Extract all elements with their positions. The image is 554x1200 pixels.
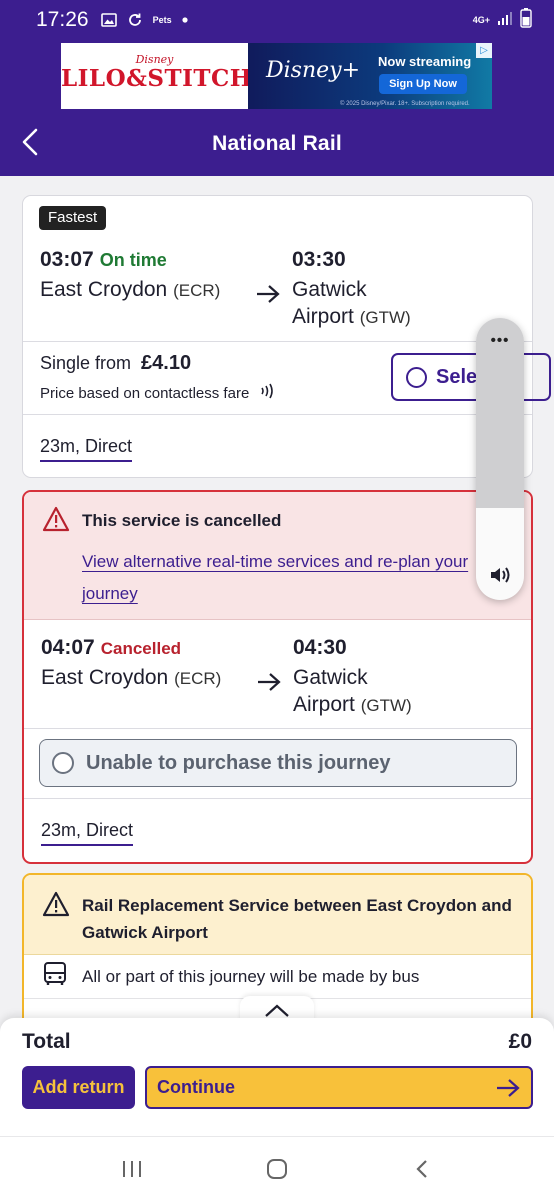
add-return-button[interactable]: Add return bbox=[22, 1066, 135, 1109]
status-bar: 17:26 Pets 4G+ bbox=[0, 0, 554, 40]
battery-icon bbox=[520, 7, 532, 33]
sync-notification-icon bbox=[127, 12, 143, 28]
journey-card-cancelled[interactable]: This service is cancelled View alternati… bbox=[22, 490, 533, 864]
departure-station-name: East Croydon bbox=[41, 666, 169, 689]
back-nav-button[interactable] bbox=[392, 1149, 452, 1189]
departure: 03:07 On time East Croydon (ECR) bbox=[40, 248, 250, 304]
ad-service-logo: Disney+ bbox=[266, 58, 361, 83]
rail-replacement-alert: Rail Replacement Service between East Cr… bbox=[24, 875, 531, 955]
ad-brand-big: LILO&STITCH bbox=[61, 65, 253, 92]
arrival-station-line1: Gatwick bbox=[293, 666, 368, 689]
warning-icon bbox=[42, 506, 70, 537]
system-nav-bar bbox=[0, 1136, 554, 1200]
ad-cta-text: Now streaming bbox=[378, 54, 472, 69]
gallery-notification-icon bbox=[100, 13, 117, 27]
continue-button[interactable]: Continue bbox=[145, 1066, 533, 1109]
volume-panel[interactable]: ••• bbox=[476, 318, 524, 600]
divider bbox=[23, 341, 532, 342]
journey-card-fastest[interactable]: Fastest 03:07 On time East Croydon (ECR) … bbox=[22, 195, 551, 478]
warning-icon bbox=[42, 891, 70, 922]
signal-icon bbox=[497, 11, 513, 30]
replan-journey-link[interactable]: View alternative real-time services and … bbox=[82, 546, 512, 610]
price-note-text: Price based on contactless fare bbox=[40, 384, 250, 402]
checkout-sheet: Total £0 Add return Continue bbox=[0, 1018, 554, 1136]
home-button[interactable] bbox=[247, 1149, 307, 1189]
departure-station-name: East Croydon bbox=[40, 278, 168, 301]
ad-signup-button[interactable]: Sign Up Now bbox=[379, 74, 467, 94]
journey-times: 03:07 On time East Croydon (ECR) 03:30 Ga… bbox=[40, 248, 520, 342]
departure-station-code: (ECR) bbox=[173, 281, 221, 300]
bus-notice-text: All or part of this journey will be made… bbox=[82, 966, 420, 986]
departure: 04:07 Cancelled East Croydon (ECR) bbox=[41, 636, 251, 692]
arrow-right-icon bbox=[256, 672, 282, 697]
journey-times: 04:07 Cancelled East Croydon (ECR) 04:30 … bbox=[41, 636, 519, 730]
chevron-left-icon bbox=[22, 128, 38, 156]
bus-icon bbox=[42, 961, 68, 992]
ad-choices-icon[interactable]: ▷ bbox=[476, 43, 492, 58]
ad-disney-plus-panel: Disney+ Now streaming Sign Up Now © 2025… bbox=[248, 43, 492, 109]
back-nav-icon bbox=[416, 1159, 427, 1178]
rail-replacement-title: Rail Replacement Service between East Cr… bbox=[82, 896, 512, 942]
notification-dot-icon bbox=[181, 17, 188, 23]
chevron-up-icon bbox=[265, 1004, 289, 1017]
divider bbox=[23, 414, 532, 415]
home-icon bbox=[266, 1158, 287, 1179]
total-value: £0 bbox=[508, 1030, 532, 1053]
status-on-time: On time bbox=[99, 250, 167, 270]
cancelled-alert: This service is cancelled View alternati… bbox=[24, 492, 531, 620]
arrow-right-icon bbox=[495, 1078, 521, 1098]
price-info: Single from £4.10 Price based on contactl… bbox=[40, 352, 275, 404]
status-cancelled: Cancelled bbox=[100, 639, 182, 658]
ad-banner[interactable]: Disney LILO&STITCH Disney+ Now streaming… bbox=[61, 43, 492, 109]
select-journey-button[interactable]: Select bbox=[391, 353, 551, 401]
status-time: 17:26 bbox=[36, 8, 89, 31]
disabled-radio bbox=[52, 752, 74, 774]
cancelled-alert-title: This service is cancelled bbox=[82, 511, 282, 530]
divider bbox=[24, 728, 531, 729]
arrival: 04:30 Gatwick Airport (GTW) bbox=[293, 636, 531, 719]
ad-movie-logo: Disney LILO&STITCH bbox=[61, 43, 253, 109]
departure-time: 04:07 bbox=[41, 636, 95, 659]
more-options-icon[interactable]: ••• bbox=[476, 332, 524, 349]
speaker-icon[interactable] bbox=[489, 565, 513, 590]
fastest-badge: Fastest bbox=[39, 206, 107, 230]
divider bbox=[24, 798, 531, 799]
page-title: National Rail bbox=[212, 132, 342, 155]
unable-label: Unable to purchase this journey bbox=[86, 751, 391, 774]
arrival-station: Gatwick Airport (GTW) bbox=[293, 664, 531, 719]
continue-label: Continue bbox=[157, 1077, 235, 1097]
arrival-station-line2: Airport bbox=[293, 693, 355, 716]
unable-to-purchase-button: Unable to purchase this journey bbox=[39, 739, 517, 787]
departure-station-code: (ECR) bbox=[174, 669, 222, 688]
arrival-time: 04:30 bbox=[293, 636, 347, 659]
price-label: Single from bbox=[40, 353, 132, 373]
arrival-station-code: (GTW) bbox=[359, 308, 411, 327]
departure-time: 03:07 bbox=[40, 248, 94, 271]
bus-notice: All or part of this journey will be made… bbox=[24, 955, 531, 999]
contactless-icon bbox=[259, 382, 275, 404]
journey-list[interactable]: Fastest 03:07 On time East Croydon (ECR) … bbox=[0, 176, 554, 1018]
arrival-station-code: (GTW) bbox=[360, 696, 412, 715]
total-label: Total bbox=[22, 1030, 71, 1053]
select-radio[interactable] bbox=[406, 366, 427, 388]
arrival-station-line2: Airport bbox=[292, 305, 354, 328]
price-value: £4.10 bbox=[141, 352, 192, 374]
journey-duration-link[interactable]: 23m, Direct bbox=[41, 820, 134, 846]
back-button[interactable] bbox=[14, 126, 46, 158]
recent-apps-icon bbox=[123, 1160, 142, 1177]
recent-apps-button[interactable] bbox=[102, 1149, 162, 1189]
departure-station: East Croydon (ECR) bbox=[40, 276, 250, 304]
journey-duration-link[interactable]: 23m, Direct bbox=[40, 436, 133, 462]
arrow-right-icon bbox=[255, 284, 281, 309]
pets-notification-icon: Pets bbox=[152, 15, 172, 25]
arrival-station-line1: Gatwick bbox=[292, 278, 367, 301]
arrival-time: 03:30 bbox=[292, 248, 346, 271]
network-type-label: 4G+ bbox=[472, 14, 490, 25]
app-header: National Rail bbox=[0, 112, 554, 176]
price-note: Price based on contactless fare bbox=[40, 382, 275, 404]
departure-station: East Croydon (ECR) bbox=[41, 664, 251, 692]
ad-fine-print: © 2025 Disney/Pixar. 18+. Subscription r… bbox=[340, 101, 470, 107]
